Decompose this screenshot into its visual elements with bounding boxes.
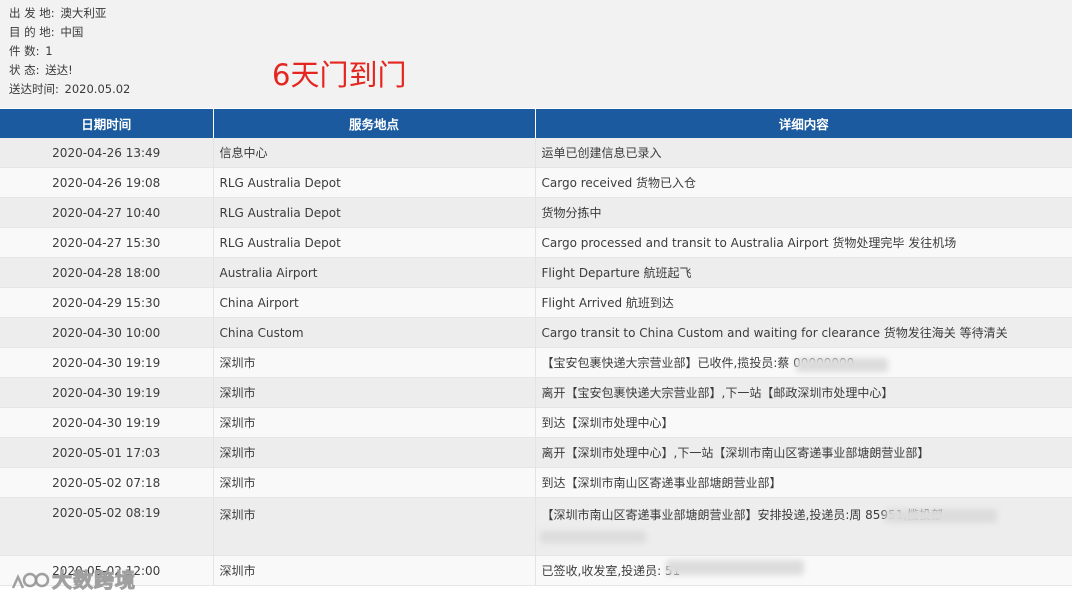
cell-detail: 货物分拣中 [535,197,1072,228]
table-row: 2020-04-30 19:19 深圳市 离开【宝安包裹快递大宗营业部】,下一站【邮… [0,377,1072,408]
status-value: 送达! [45,63,73,77]
cell-time: 2020-05-02 07:18 [0,467,214,498]
cell-detail: Cargo processed and transit to Australia… [535,227,1072,258]
table-row: 2020-04-28 18:00 Australia Airport Flight … [0,257,1072,288]
cell-time: 2020-05-01 17:03 [0,437,214,468]
cell-place: 深圳市 [213,555,536,586]
table-header-row: 日期时间 服务地点 详细内容 [0,109,1072,138]
redacted-courier-2 [540,531,646,543]
cell-place: 深圳市 [213,467,536,498]
header-detail: 详细内容 [535,109,1072,138]
table-row: 2020-04-30 10:00 China Custom Cargo transi… [0,317,1072,348]
pieces-row: 件 数: 1 [9,43,53,59]
watermark: 大数跨境 [10,566,150,594]
table-row: 2020-04-26 13:49 信息中心 运单已创建信息已录入 [0,138,1072,168]
cell-detail: 离开【宝安包裹快递大宗营业部】,下一站【邮政深圳市处理中心】 [535,377,1072,408]
table-row: 2020-05-01 17:03 深圳市 离开【深圳市处理中心】,下一站【深圳市南山… [0,437,1072,468]
status-label: 状 态: [9,63,40,77]
origin-row: 出 发 地: 澳大利亚 [9,5,106,21]
cell-time: 2020-04-27 10:40 [0,197,214,228]
redacted-courier-1 [885,509,997,523]
table-row: 2020-04-30 19:19 深圳市 【宝安包裹快递大宗营业部】已收件,揽投员:… [0,347,1072,378]
delivery-days-annotation: 6天门到门 [272,58,407,92]
header-place: 服务地点 [213,109,536,138]
delivered-time-row: 送达时间: 2020.05.02 [9,81,130,97]
destination-value: 中国 [60,25,84,39]
cell-detail: 【深圳市南山区寄递事业部塘朗营业部】安排投递,投递员:周 85951,揽投部 [535,497,1072,556]
cell-detail: Cargo received 货物已入仓 [535,167,1072,198]
cell-place: RLG Australia Depot [213,167,536,198]
cell-place: 深圳市 [213,497,536,556]
cell-time: 2020-04-30 19:19 [0,347,214,378]
status-row: 状 态: 送达! [9,62,73,78]
cell-place: Australia Airport [213,257,536,288]
cell-detail: Flight Arrived 航班到达 [535,287,1072,318]
cell-place: 深圳市 [213,407,536,438]
destination-label: 目 的 地: [9,25,55,39]
cell-time: 2020-04-26 13:49 [0,138,214,168]
cell-detail: 到达【深圳市南山区寄递事业部塘朗营业部】 [535,467,1072,498]
table-row: 2020-04-27 10:40 RLG Australia Depot 货物分拣中 [0,197,1072,228]
cell-place: 深圳市 [213,347,536,378]
cell-detail: Cargo transit to China Custom and waitin… [535,317,1072,348]
cell-time: 2020-04-30 10:00 [0,317,214,348]
pieces-value: 1 [45,44,53,58]
cell-time: 2020-04-29 15:30 [0,287,214,318]
cell-place: RLG Australia Depot [213,227,536,258]
table-row: 2020-05-02 07:18 深圳市 到达【深圳市南山区寄递事业部塘朗营业部】 [0,467,1072,498]
cell-time: 2020-04-26 19:08 [0,167,214,198]
table-row: 2020-04-30 19:19 深圳市 到达【深圳市处理中心】 [0,407,1072,438]
origin-value: 澳大利亚 [60,6,107,20]
cell-time: 2020-05-02 08:19 [0,497,214,556]
cell-time: 2020-04-28 18:00 [0,257,214,288]
redacted-signer [666,560,804,575]
origin-label: 出 发 地: [9,6,55,20]
logo-mark-icon [11,572,50,589]
table-row: 2020-05-02 12:00 深圳市 已签收,收发室,投递员: 51 [0,555,1072,586]
shipment-summary: 出 发 地: 澳大利亚 目 的 地: 中国 件 数: 1 状 态: 送达! 送达… [0,0,1072,108]
table-row: 2020-04-29 15:30 China Airport Flight Arri… [0,287,1072,318]
cell-detail: 离开【深圳市处理中心】,下一站【深圳市南山区寄递事业部塘朗营业部】 [535,437,1072,468]
table-row: 2020-04-26 19:08 RLG Australia Depot Cargo… [0,167,1072,198]
table-row: 2020-04-27 15:30 RLG Australia Depot Cargo… [0,227,1072,258]
cell-place: 深圳市 [213,377,536,408]
header-time: 日期时间 [0,109,214,138]
cell-time: 2020-04-30 19:19 [0,407,214,438]
cell-time: 2020-04-27 15:30 [0,227,214,258]
watermark-text: 大数跨境 [52,568,136,593]
cell-time: 2020-04-30 19:19 [0,377,214,408]
cell-place: 信息中心 [213,138,536,168]
pieces-label: 件 数: [9,44,40,58]
cell-place: 深圳市 [213,437,536,468]
cell-place: RLG Australia Depot [213,197,536,228]
redacted-phone-1 [796,358,888,372]
cell-detail: Flight Departure 航班起飞 [535,257,1072,288]
destination-row: 目 的 地: 中国 [9,24,83,40]
cell-detail: 运单已创建信息已录入 [535,138,1072,168]
tracking-page: 出 发 地: 澳大利亚 目 的 地: 中国 件 数: 1 状 态: 送达! 送达… [0,0,1080,601]
cell-place: China Custom [213,317,536,348]
delivered-time-value: 2020.05.02 [64,82,131,96]
cell-detail: 到达【深圳市处理中心】 [535,407,1072,438]
delivered-time-label: 送达时间: [9,82,59,96]
cell-place: China Airport [213,287,536,318]
table-row: 2020-05-02 08:19 深圳市 【深圳市南山区寄递事业部塘朗营业部】安排投… [0,497,1072,556]
